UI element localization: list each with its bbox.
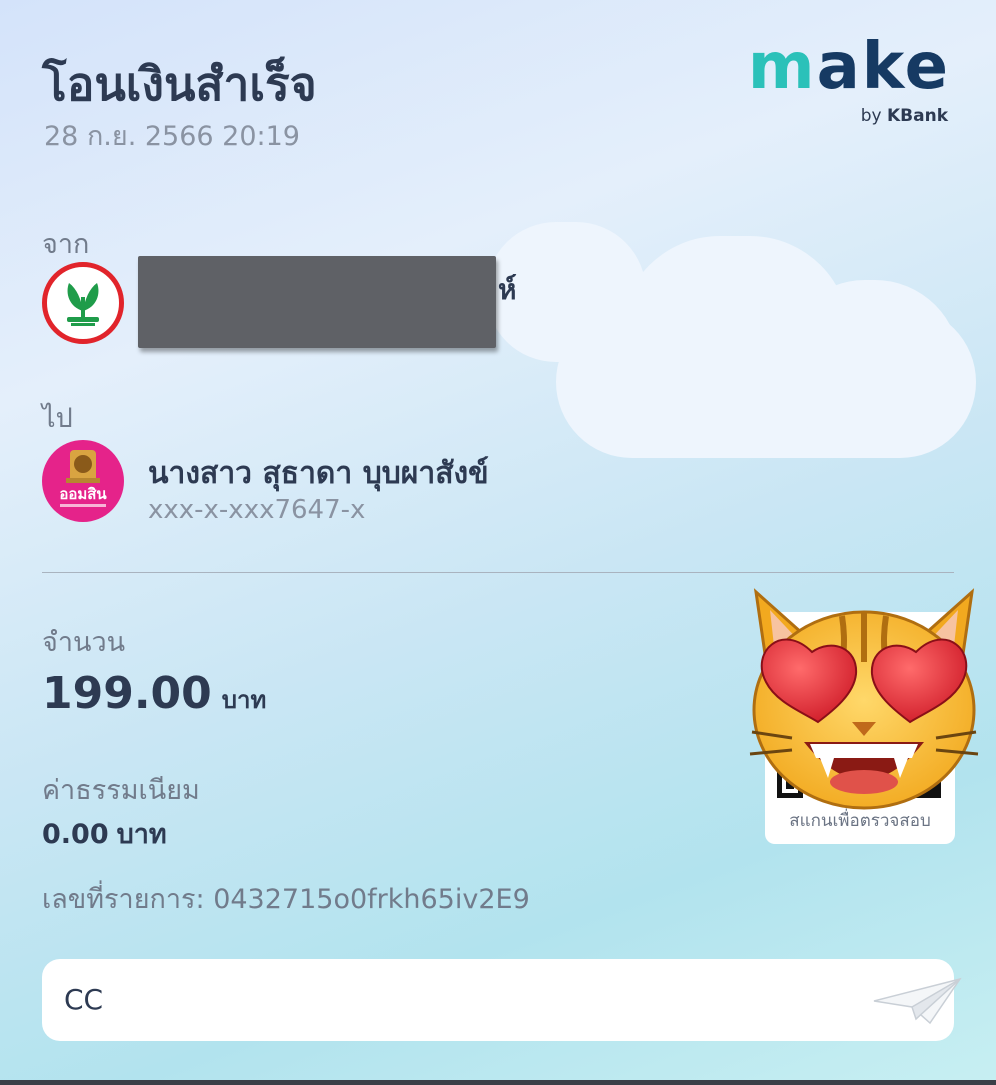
by-kbank-text: by KBank [860,106,948,126]
transaction-reference: เลขที่รายการ: 0432715o0frkh65iv2E9 [42,884,530,915]
paper-plane-icon[interactable] [872,973,964,1029]
amount-label: จำนวน [42,627,126,658]
kbank-logo-icon [42,262,124,344]
heart-eyes-cat-emoji-icon [749,588,979,810]
svg-text:ออมสิน: ออมสิน [59,485,107,503]
note-text: CC [64,983,104,1016]
gsb-logo-icon: ออมสิน [42,440,124,522]
recipient-account-number: xxx-x-xxx7647-x [148,495,366,525]
bottom-edge [0,1080,996,1085]
note-box: CC [42,959,962,1041]
page-title: โอนเงินสำเร็จ [42,57,317,111]
redacted-sender-name [138,256,496,348]
recipient-name: นางสาว สุธาดา บุบผาสังข์ [148,456,489,491]
background-cloud [780,280,960,450]
sender-name-visible-part: ห์ [498,273,517,306]
divider [42,572,954,573]
fee-value: 0.00 บาท [42,819,167,850]
make-by-kbank-logo: make by KBank [712,30,962,130]
make-logo-wordmark: make [747,30,950,104]
to-label: ไป [42,403,73,434]
fee-label: ค่าธรรมเนียม [42,775,200,806]
transaction-datetime: 28 ก.ย. 2566 20:19 [44,121,300,152]
amount-value: 199.00 บาท [42,668,267,719]
from-label: จาก [42,229,90,260]
